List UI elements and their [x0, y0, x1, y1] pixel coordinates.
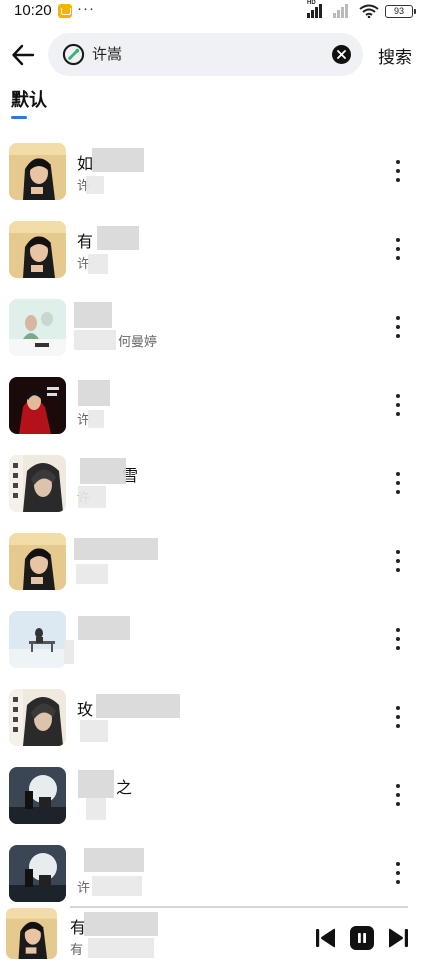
- skip-next-icon[interactable]: [386, 926, 410, 950]
- redacted-block: [86, 798, 106, 820]
- song-row[interactable]: [0, 522, 425, 600]
- more-button[interactable]: [390, 157, 406, 185]
- signal-icon: HD: [307, 0, 327, 18]
- song-title: 如: [77, 154, 94, 173]
- redacted-block: [74, 538, 158, 560]
- redacted-block: [88, 254, 108, 274]
- back-button[interactable]: [6, 38, 40, 72]
- more-button[interactable]: [390, 781, 406, 809]
- redacted-block: [96, 694, 180, 718]
- link-logo-icon: [62, 43, 85, 66]
- album-cover: [9, 377, 66, 434]
- search-input[interactable]: 许嵩: [92, 33, 122, 76]
- redacted-block: [92, 148, 144, 172]
- album-cover: [9, 767, 66, 824]
- album-cover: [9, 533, 66, 590]
- hd-label: HD: [307, 0, 316, 6]
- redacted-block: [88, 410, 104, 428]
- pause-icon: [358, 933, 366, 943]
- more-button[interactable]: [390, 547, 406, 575]
- clear-button[interactable]: [332, 45, 351, 64]
- song-row[interactable]: 之: [0, 756, 425, 834]
- status-bar: 10:20 ··· HD 93: [0, 0, 425, 24]
- album-cover: [9, 611, 66, 668]
- redacted-block: [78, 770, 114, 798]
- more-button[interactable]: [390, 859, 406, 887]
- search-button[interactable]: 搜索: [378, 43, 412, 68]
- redacted-block: [78, 616, 130, 640]
- redacted-block: [78, 486, 106, 508]
- redacted-block: [97, 226, 139, 250]
- redacted-block: [64, 640, 74, 664]
- song-artist: 许: [77, 881, 91, 896]
- redacted-block: [84, 912, 158, 936]
- status-icons: HD 93: [307, 0, 416, 19]
- album-cover: [9, 221, 66, 278]
- tab-default[interactable]: 默认: [11, 86, 47, 112]
- redacted-block: [92, 876, 142, 896]
- more-button[interactable]: [390, 313, 406, 341]
- redacted-block: [80, 720, 108, 742]
- status-time: 10:20: [14, 2, 52, 19]
- song-row[interactable]: 玫: [0, 678, 425, 756]
- song-title: 有: [77, 232, 94, 251]
- more-button[interactable]: [390, 235, 406, 263]
- song-title: 之: [116, 778, 133, 797]
- more-button[interactable]: [390, 703, 406, 731]
- redacted-block: [88, 938, 154, 958]
- song-artist: 何曼婷: [118, 335, 158, 350]
- song-row[interactable]: 如 许: [0, 132, 425, 210]
- album-cover: [9, 455, 66, 512]
- song-row[interactable]: [0, 600, 425, 678]
- notification-app-icon: [58, 4, 72, 18]
- search-box[interactable]: 许嵩: [48, 33, 363, 76]
- player-artist: 有: [70, 943, 84, 958]
- mini-player[interactable]: 有 有: [0, 908, 425, 969]
- more-button[interactable]: [390, 391, 406, 419]
- album-cover: [9, 143, 66, 200]
- redacted-block: [76, 564, 108, 584]
- song-row[interactable]: 何曼婷: [0, 288, 425, 366]
- clear-icon: [337, 50, 346, 59]
- album-cover: [9, 689, 66, 746]
- pause-button[interactable]: [350, 926, 374, 950]
- redacted-block: [84, 848, 144, 872]
- more-button[interactable]: [390, 469, 406, 497]
- battery-icon: 93: [385, 4, 416, 18]
- redacted-block: [80, 458, 126, 484]
- skip-previous-icon[interactable]: [314, 926, 338, 950]
- back-arrow-icon: [12, 44, 35, 66]
- song-row[interactable]: 雪 许: [0, 444, 425, 522]
- song-row[interactable]: 许: [0, 834, 425, 912]
- song-row[interactable]: 许: [0, 366, 425, 444]
- redacted-block: [74, 302, 112, 328]
- redacted-block: [74, 330, 116, 350]
- tab-indicator: [11, 116, 27, 119]
- redacted-block: [78, 380, 110, 406]
- wifi-icon: [359, 4, 379, 18]
- player-cover: [6, 908, 57, 959]
- album-cover: [9, 299, 66, 356]
- signal-weak-icon: [333, 4, 353, 18]
- album-cover: [9, 845, 66, 902]
- more-button[interactable]: [390, 625, 406, 653]
- song-row[interactable]: 有 许: [0, 210, 425, 288]
- song-title: 玫: [77, 700, 94, 719]
- status-more-dots: ···: [77, 0, 95, 17]
- redacted-block: [86, 176, 104, 194]
